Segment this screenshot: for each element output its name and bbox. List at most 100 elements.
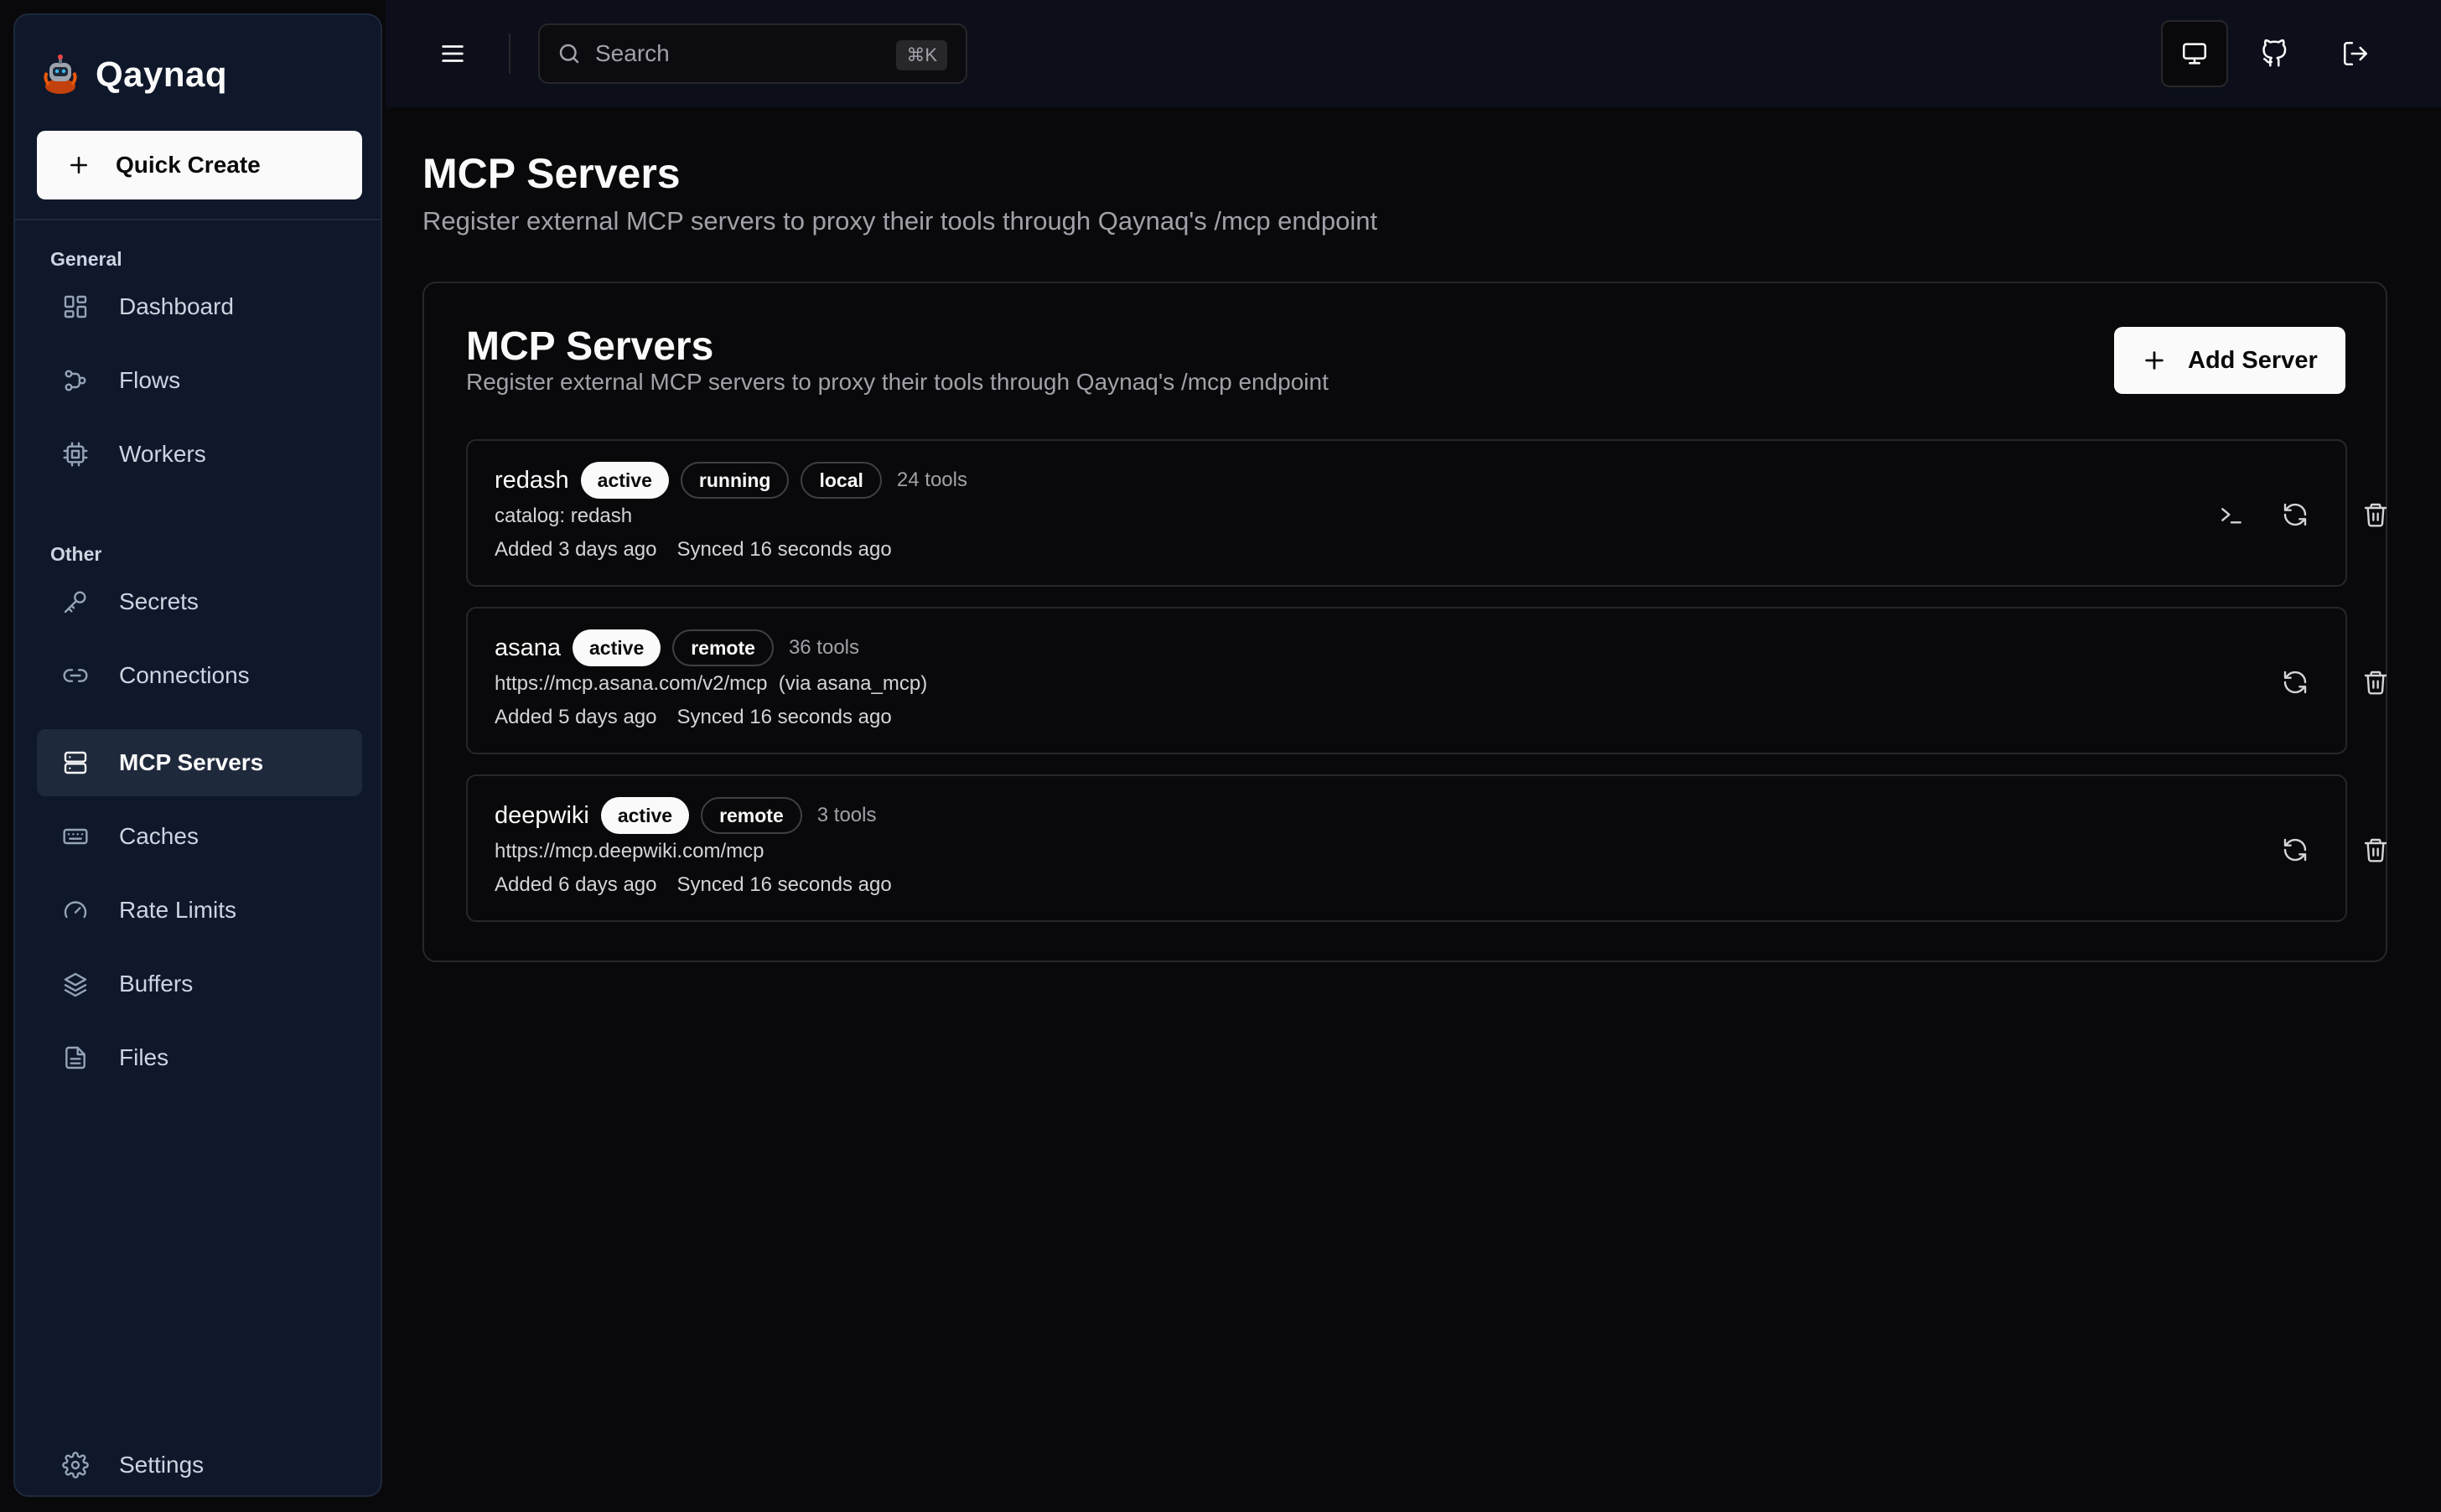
- tools-count: 36 tools: [788, 636, 859, 659]
- brand-logo-icon: [39, 53, 82, 96]
- state-badge: running: [680, 462, 790, 499]
- page-subtitle: Register external MCP servers to proxy t…: [422, 206, 1378, 236]
- tools-count: 24 tools: [896, 469, 967, 491]
- added-time: Added 5 days ago: [495, 706, 657, 728]
- sidebar-item-label: Connections: [119, 662, 250, 688]
- synced-time: Synced 16 seconds ago: [676, 873, 892, 896]
- server-row-redash: redash active running local 24 tools cat…: [466, 439, 2387, 587]
- synced-time: Synced 16 seconds ago: [676, 538, 892, 561]
- plus-icon: [62, 154, 96, 176]
- server-name: deepwiki: [495, 801, 589, 829]
- key-icon: [60, 587, 91, 617]
- hamburger-icon: [442, 45, 464, 62]
- keyboard-icon: [60, 821, 91, 852]
- status-badge: active: [580, 462, 669, 499]
- sidebar-item-flows[interactable]: Flows: [37, 347, 362, 414]
- sync-button[interactable]: [2278, 498, 2312, 531]
- sidebar-item-label: Workers: [119, 441, 206, 467]
- app-root: Qaynaq Quick Create General Dashboard Fl…: [0, 0, 2441, 1512]
- logout-icon: [2343, 41, 2368, 66]
- logout-button[interactable]: [2322, 20, 2389, 87]
- page-title: MCP Servers: [422, 150, 681, 197]
- added-time: Added 3 days ago: [495, 538, 657, 561]
- gear-icon: [60, 1450, 91, 1480]
- sidebar-item-label: Buffers: [119, 971, 194, 997]
- synced-time: Synced 16 seconds ago: [676, 706, 892, 728]
- sidebar-item-buffers[interactable]: Buffers: [37, 950, 362, 1017]
- delete-button[interactable]: [2359, 498, 2392, 531]
- brand-name: Qaynaq: [96, 54, 228, 94]
- terminal-button[interactable]: [2215, 498, 2248, 531]
- sidebar-item-dashboard[interactable]: Dashboard: [37, 273, 362, 340]
- sidebar-item-secrets[interactable]: Secrets: [37, 568, 362, 635]
- sidebar-item-label: Caches: [119, 823, 199, 849]
- tools-count: 3 tools: [816, 804, 877, 826]
- plus-icon: [2143, 349, 2166, 372]
- top-header: Search ⌘K: [386, 0, 2441, 107]
- file-icon: [60, 1043, 91, 1073]
- type-badge: local: [801, 462, 882, 499]
- delete-button[interactable]: [2359, 833, 2392, 867]
- delete-button[interactable]: [2359, 665, 2392, 699]
- layers-icon: [60, 969, 91, 999]
- sidebar-group-other: Other: [50, 543, 102, 565]
- type-badge: remote: [701, 797, 802, 834]
- sidebar-item-settings[interactable]: Settings: [37, 1432, 362, 1499]
- server-row-asana: asana active remote 36 tools https://mcp…: [466, 607, 2387, 754]
- type-badge: remote: [672, 629, 774, 666]
- trash-icon: [2364, 671, 2387, 695]
- trash-icon: [2364, 503, 2387, 527]
- sidebar-item-label: Dashboard: [119, 293, 234, 319]
- menu-toggle-button[interactable]: [436, 37, 469, 70]
- display-toggle-button[interactable]: [2161, 20, 2228, 87]
- search-input[interactable]: Search ⌘K: [538, 23, 967, 84]
- sidebar-item-label: Settings: [119, 1452, 205, 1478]
- search-placeholder: Search: [595, 40, 670, 66]
- flows-icon: [60, 365, 91, 396]
- cpu-icon: [60, 439, 91, 469]
- brand[interactable]: Qaynaq: [39, 39, 227, 111]
- mcp-servers-card: MCP Servers Register external MCP server…: [422, 282, 2387, 962]
- sidebar-item-caches[interactable]: Caches: [37, 803, 362, 870]
- dashboard-icon: [60, 292, 91, 322]
- terminal-icon: [2221, 508, 2241, 524]
- refresh-icon: [2283, 671, 2307, 694]
- link-icon: [60, 660, 91, 691]
- gauge-icon: [60, 895, 91, 925]
- monitor-icon: [2182, 43, 2207, 65]
- add-server-label: Add Server: [2188, 346, 2318, 374]
- status-badge: active: [573, 629, 661, 666]
- server-row-deepwiki: deepwiki active remote 3 tools https://m…: [466, 774, 2387, 922]
- search-shortcut-badge: ⌘K: [896, 40, 947, 70]
- server-name: asana: [495, 634, 562, 661]
- server-name: redash: [495, 466, 569, 494]
- github-icon: [2262, 39, 2287, 67]
- status-badge: active: [600, 797, 690, 834]
- card-subtitle: Register external MCP servers to proxy t…: [466, 369, 1329, 395]
- sidebar-group-general: General: [50, 248, 122, 270]
- sync-button[interactable]: [2278, 665, 2312, 699]
- sidebar-item-files[interactable]: Files: [37, 1024, 362, 1091]
- sidebar-item-label: Flows: [119, 367, 181, 393]
- sidebar-divider: [15, 219, 381, 220]
- server-detail: https://mcp.asana.com/v2/mcp (via asana_…: [495, 672, 928, 695]
- sidebar-item-label: Rate Limits: [119, 897, 237, 923]
- sync-button[interactable]: [2278, 833, 2312, 867]
- quick-create-button[interactable]: Quick Create: [37, 131, 362, 199]
- trash-icon: [2364, 838, 2387, 862]
- card-title: MCP Servers: [466, 324, 714, 369]
- add-server-button[interactable]: Add Server: [2114, 327, 2345, 394]
- quick-create-label: Quick Create: [116, 152, 261, 178]
- sidebar-item-rate-limits[interactable]: Rate Limits: [37, 877, 362, 944]
- server-icon: [60, 748, 91, 778]
- sidebar-item-workers[interactable]: Workers: [37, 421, 362, 488]
- header-separator: [509, 34, 510, 74]
- server-detail: catalog: redash: [495, 505, 633, 527]
- sidebar-item-mcp-servers[interactable]: MCP Servers: [37, 729, 362, 796]
- github-button[interactable]: [2241, 20, 2309, 87]
- sidebar-item-label: Files: [119, 1044, 169, 1070]
- refresh-icon: [2283, 838, 2307, 862]
- sidebar-item-connections[interactable]: Connections: [37, 642, 362, 709]
- search-icon: [557, 39, 585, 68]
- added-time: Added 6 days ago: [495, 873, 657, 896]
